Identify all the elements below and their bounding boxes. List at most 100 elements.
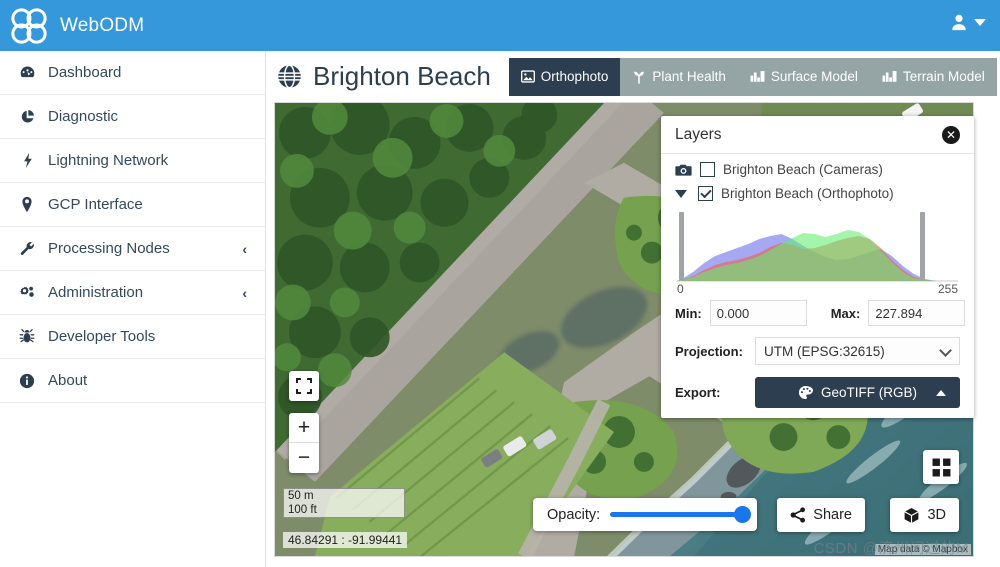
layers-panel-body: Brighton Beach (Cameras) Brighton Beach …: [661, 154, 974, 408]
sidebar-item-label: Administration: [48, 284, 143, 301]
export-button-label: GeoTIFF (RGB): [821, 385, 917, 400]
chevron-down-icon: [939, 344, 952, 357]
opacity-slider[interactable]: [610, 512, 743, 517]
webodm-app: WebODM Dashboard Diagnostic: [0, 0, 1000, 567]
user-menu[interactable]: [950, 12, 986, 32]
projection-row: Projection: UTM (EPSG:32615): [675, 337, 960, 365]
export-label: Export:: [675, 385, 755, 400]
project-title-text: Brighton Beach: [313, 61, 491, 92]
camera-icon: [675, 163, 692, 177]
chevron-down-icon: [974, 19, 986, 26]
sidebar-item-label: Diagnostic: [48, 108, 118, 125]
layer-checkbox-orthophoto[interactable]: [698, 186, 713, 201]
min-input[interactable]: [710, 300, 807, 326]
layer-row-orthophoto[interactable]: Brighton Beach (Orthophoto): [675, 186, 960, 201]
palette-icon: [798, 385, 813, 400]
layers-panel-title: Layers: [675, 126, 722, 144]
share-label: Share: [813, 507, 852, 523]
sidebar-item-label: About: [48, 372, 87, 389]
three-d-button[interactable]: 3D: [890, 498, 959, 532]
sidebar-item-label: Lightning Network: [48, 152, 168, 169]
sidebar-item-dashboard[interactable]: Dashboard: [0, 51, 265, 95]
tab-plant-health[interactable]: Plant Health: [620, 58, 738, 96]
sidebar-item-diagnostic[interactable]: Diagnostic: [0, 95, 265, 139]
share-button[interactable]: Share: [777, 498, 865, 532]
tab-label: Plant Health: [652, 69, 726, 84]
layers-panel-header: Layers ✕: [661, 116, 974, 154]
sidebar: Dashboard Diagnostic Lightning Network G…: [0, 51, 266, 567]
app-logo[interactable]: WebODM: [0, 7, 144, 45]
projection-select[interactable]: UTM (EPSG:32615): [755, 337, 960, 365]
min-label: Min:: [675, 306, 702, 321]
zoom-out-button[interactable]: −: [289, 443, 319, 473]
mountain-chart-icon: [882, 70, 897, 83]
sidebar-item-gcp-interface[interactable]: GCP Interface: [0, 183, 265, 227]
view-tabs: Orthophoto Plant Health Surface Model: [509, 58, 997, 96]
scale-metric: 50 m: [283, 488, 405, 503]
layers-panel: Layers ✕ Brighton Beach (Cameras) Bright…: [661, 116, 974, 418]
sidebar-item-lightning-network[interactable]: Lightning Network: [0, 139, 265, 183]
chevron-left-icon: ‹: [242, 285, 247, 301]
projection-label: Projection:: [675, 344, 755, 359]
histogram-max-handle[interactable]: [920, 212, 925, 280]
image-icon: [521, 70, 535, 83]
sidebar-item-processing-nodes[interactable]: Processing Nodes ‹: [0, 227, 265, 271]
zoom-in-button[interactable]: +: [289, 413, 319, 443]
layer-label: Brighton Beach (Cameras): [723, 162, 883, 177]
plant-sprout-icon: [632, 70, 646, 84]
histogram-min-handle[interactable]: [679, 212, 684, 280]
sidebar-item-label: GCP Interface: [48, 196, 143, 213]
histogram-chart: [677, 210, 958, 282]
dashboard-gauge-icon: [16, 64, 38, 81]
export-row: Export: GeoTIFF (RGB): [675, 377, 960, 408]
triangle-expand-icon[interactable]: [675, 190, 687, 198]
layer-row-cameras[interactable]: Brighton Beach (Cameras): [675, 162, 960, 177]
min-max-row: Min: Max:: [675, 300, 960, 326]
tab-label: Surface Model: [771, 69, 858, 84]
opacity-label: Opacity:: [547, 507, 600, 523]
max-input[interactable]: [868, 300, 965, 326]
tab-orthophoto[interactable]: Orthophoto: [509, 58, 621, 96]
max-label: Max:: [831, 306, 861, 321]
pie-chart-icon: [16, 108, 38, 125]
cube-icon: [903, 507, 920, 524]
map-pin-icon: [16, 196, 38, 213]
sidebar-item-about[interactable]: About: [0, 359, 265, 403]
share-nodes-icon: [790, 507, 806, 523]
top-navigation-bar: WebODM: [0, 0, 1000, 51]
sidebar-item-administration[interactable]: Administration ‹: [0, 271, 265, 315]
gears-icon: [16, 284, 38, 301]
tab-surface-model[interactable]: Surface Model: [738, 58, 870, 96]
brand-name: WebODM: [60, 15, 144, 37]
basemap-switcher-button[interactable]: [923, 450, 959, 484]
tab-label: Orthophoto: [541, 69, 609, 84]
scale-imperial: 100 ft: [283, 503, 405, 518]
cursor-coordinates: 46.84291 : -91.99441: [283, 532, 407, 548]
sidebar-item-developer-tools[interactable]: Developer Tools: [0, 315, 265, 359]
three-d-label: 3D: [927, 507, 946, 523]
webodm-four-circles-logo-icon: [10, 7, 48, 45]
tab-terrain-model[interactable]: Terrain Model: [870, 58, 997, 96]
page-title: Brighton Beach: [276, 61, 491, 92]
caret-up-icon: [936, 390, 946, 396]
opacity-slider-thumb[interactable]: [734, 506, 751, 523]
bug-icon: [16, 328, 38, 345]
tab-label: Terrain Model: [903, 69, 985, 84]
histogram-axis: 0 255: [677, 282, 958, 296]
histogram: 0 255: [677, 210, 958, 296]
user-avatar-icon: [950, 12, 968, 32]
chevron-left-icon: ‹: [242, 241, 247, 257]
scale-bar: 50 m 100 ft: [283, 488, 405, 518]
wrench-icon: [16, 240, 38, 257]
zoom-controls: + −: [289, 413, 319, 473]
histogram-tick-min: 0: [677, 282, 684, 296]
close-icon[interactable]: ✕: [942, 126, 960, 144]
layer-checkbox-cameras[interactable]: [700, 162, 715, 177]
export-button[interactable]: GeoTIFF (RGB): [755, 377, 960, 408]
fullscreen-button[interactable]: [289, 371, 319, 401]
globe-icon: [276, 63, 303, 90]
fullscreen-expand-icon: [296, 378, 312, 394]
info-circle-icon: [16, 373, 38, 389]
histogram-tick-max: 255: [938, 282, 958, 296]
projection-value: UTM (EPSG:32615): [764, 344, 885, 359]
